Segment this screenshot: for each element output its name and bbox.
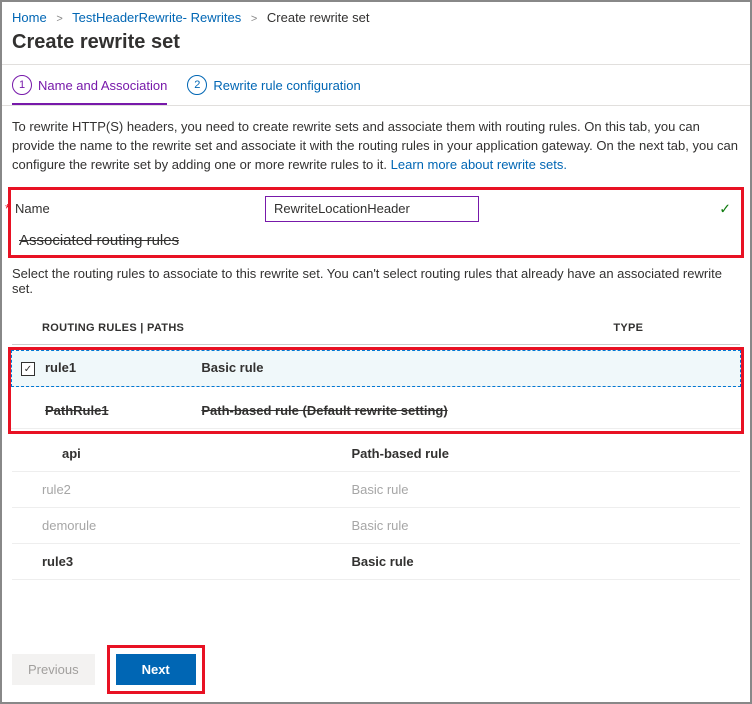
table-row[interactable]: ✓ rule1 Basic rule: [11, 350, 741, 387]
rule-type: Basic rule: [351, 471, 740, 507]
table-row: demorule Basic rule: [12, 507, 740, 543]
table-row: rule2 Basic rule: [12, 471, 740, 507]
breadcrumb: Home > TestHeaderRewrite- Rewrites > Cre…: [2, 2, 750, 25]
breadcrumb-link-rewrites[interactable]: TestHeaderRewrite- Rewrites: [72, 10, 241, 25]
rule-type: Basic rule: [351, 507, 740, 543]
table-highlight-box: ✓ rule1 Basic rule PathRule1 Path-based …: [8, 347, 744, 434]
rule-name: demorule: [12, 507, 351, 543]
rule-name: PathRule1: [41, 393, 201, 429]
rule-name: rule1: [41, 350, 201, 387]
name-field-highlight: * Name ✓ Associated routing rules: [8, 187, 744, 258]
name-label: * Name: [15, 201, 255, 216]
tab-label: Rewrite rule configuration: [213, 78, 360, 93]
column-header-type: TYPE: [613, 316, 740, 345]
table-row[interactable]: api Path-based rule: [12, 436, 740, 472]
step-number-1: 1: [12, 75, 32, 95]
required-icon: *: [5, 201, 10, 216]
table-row[interactable]: rule3 Basic rule: [12, 543, 740, 579]
previous-button: Previous: [12, 654, 95, 685]
tabs: 1 Name and Association 2 Rewrite rule co…: [2, 65, 750, 106]
next-button[interactable]: Next: [116, 654, 196, 685]
table-row[interactable]: PathRule1 Path-based rule (Default rewri…: [11, 393, 741, 429]
associated-rules-heading: Associated routing rules: [15, 222, 737, 251]
breadcrumb-current: Create rewrite set: [267, 10, 370, 25]
chevron-right-icon: >: [50, 13, 68, 25]
page-title: Create rewrite set: [2, 25, 750, 64]
column-header-rules: ROUTING RULES | PATHS: [12, 316, 613, 345]
check-icon: ✓: [719, 200, 731, 217]
routing-rules-table: ROUTING RULES | PATHS TYPE: [12, 316, 740, 345]
rule-type: Path-based rule: [351, 436, 740, 472]
breadcrumb-link-home[interactable]: Home: [12, 10, 47, 25]
next-button-highlight: Next: [107, 645, 205, 694]
rule-name: rule2: [12, 471, 351, 507]
tab-name-association[interactable]: 1 Name and Association: [12, 75, 167, 105]
rule-name: rule3: [12, 543, 351, 579]
footer: Previous Next: [12, 645, 205, 694]
learn-more-link[interactable]: Learn more about rewrite sets.: [391, 157, 567, 172]
chevron-right-icon: >: [245, 13, 263, 25]
tab-rewrite-rule-config[interactable]: 2 Rewrite rule configuration: [187, 75, 360, 105]
section-subtext: Select the routing rules to associate to…: [2, 262, 750, 306]
checkbox-checked-icon[interactable]: ✓: [21, 362, 35, 376]
rule-type: Basic rule: [351, 543, 740, 579]
rule-name: api: [12, 436, 351, 472]
tab-label: Name and Association: [38, 78, 167, 93]
rule-type: Basic rule: [201, 350, 741, 387]
rule-type: Path-based rule (Default rewrite setting…: [201, 393, 741, 429]
name-input[interactable]: [265, 196, 479, 222]
description-text: To rewrite HTTP(S) headers, you need to …: [2, 106, 750, 183]
step-number-2: 2: [187, 75, 207, 95]
